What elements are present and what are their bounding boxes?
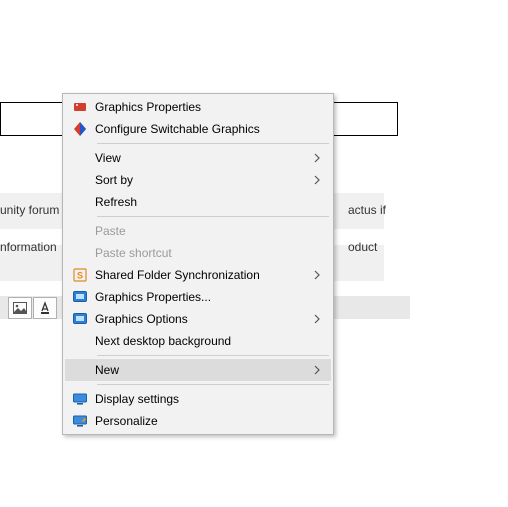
menu-separator xyxy=(97,355,329,356)
menu-item-paste: Paste xyxy=(65,220,331,242)
menu-separator xyxy=(97,143,329,144)
shared-folder-icon: S xyxy=(69,267,91,283)
menu-item-label: View xyxy=(91,151,313,165)
menu-item-label: Personalize xyxy=(91,414,313,428)
menu-separator xyxy=(97,384,329,385)
viewport: unity forum actus if nformation oduct Gr… xyxy=(0,0,508,507)
menu-item-label: Shared Folder Synchronization xyxy=(91,268,313,282)
personalize-icon xyxy=(69,413,91,429)
menu-item-configure-switchable-graphics[interactable]: Configure Switchable Graphics xyxy=(65,118,331,140)
menu-item-label: Paste xyxy=(91,224,313,238)
menu-item-display-settings[interactable]: Display settings xyxy=(65,388,331,410)
submenu-arrow-icon xyxy=(313,153,327,163)
bg-forum-text: oduct xyxy=(348,240,377,254)
menu-item-label: Graphics Options xyxy=(91,312,313,326)
menu-item-sort-by[interactable]: Sort by xyxy=(65,169,331,191)
submenu-arrow-icon xyxy=(313,175,327,185)
submenu-arrow-icon xyxy=(313,365,327,375)
bg-forum-text: nformation xyxy=(0,240,57,254)
menu-item-next-desktop-background[interactable]: Next desktop background xyxy=(65,330,331,352)
image-tool-icon[interactable] xyxy=(8,297,32,319)
svg-text:S: S xyxy=(77,271,83,281)
menu-separator xyxy=(97,216,329,217)
menu-item-refresh[interactable]: Refresh xyxy=(65,191,331,213)
menu-item-label: Graphics Properties xyxy=(91,100,313,114)
menu-item-shared-folder-sync[interactable]: S Shared Folder Synchronization xyxy=(65,264,331,286)
menu-item-paste-shortcut: Paste shortcut xyxy=(65,242,331,264)
menu-item-label: Paste shortcut xyxy=(91,246,313,260)
bg-forum-text: unity forum xyxy=(0,203,59,217)
menu-item-label: Sort by xyxy=(91,173,313,187)
menu-item-label: Refresh xyxy=(91,195,313,209)
intel-graphics-icon xyxy=(69,311,91,327)
menu-item-new[interactable]: New xyxy=(65,359,331,381)
submenu-arrow-icon xyxy=(313,314,327,324)
bg-forum-text: actus if xyxy=(348,203,386,217)
menu-item-graphics-options[interactable]: Graphics Options xyxy=(65,308,331,330)
menu-item-label: Configure Switchable Graphics xyxy=(91,122,313,136)
display-settings-icon xyxy=(69,391,91,407)
switchable-graphics-icon xyxy=(69,121,91,137)
menu-item-label: Graphics Properties... xyxy=(91,290,313,304)
menu-item-graphics-properties[interactable]: Graphics Properties xyxy=(65,96,331,118)
desktop-context-menu: Graphics Properties Configure Switchable… xyxy=(62,93,334,435)
menu-item-view[interactable]: View xyxy=(65,147,331,169)
text-color-tool-icon[interactable] xyxy=(33,297,57,319)
menu-item-graphics-properties-intel[interactable]: Graphics Properties... xyxy=(65,286,331,308)
intel-graphics-icon xyxy=(69,289,91,305)
ati-icon xyxy=(69,99,91,115)
menu-item-label: Next desktop background xyxy=(91,334,313,348)
menu-item-personalize[interactable]: Personalize xyxy=(65,410,331,432)
submenu-arrow-icon xyxy=(313,270,327,280)
menu-item-label: New xyxy=(91,363,313,377)
menu-item-label: Display settings xyxy=(91,392,313,406)
